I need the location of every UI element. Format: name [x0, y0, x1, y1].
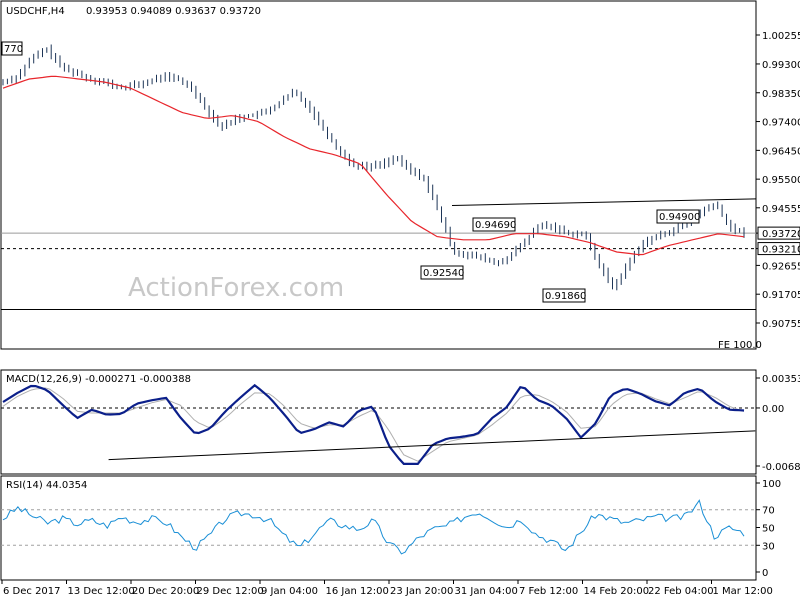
x-tick-label: 20 Dec 20:00: [132, 586, 199, 597]
price-label: 770: [4, 44, 23, 55]
y-tick-label: 0.98350: [762, 89, 800, 100]
rsi-y-label: 0: [762, 568, 768, 579]
fe-label: FE 100.0: [718, 340, 762, 351]
chart-title: USDCHF,H4: [6, 6, 65, 17]
y-tick-label: 1.00255: [762, 31, 800, 42]
price-panel: USDCHF,H4 0.93953 0.94089 0.93637 0.9372…: [0, 0, 762, 351]
x-tick-label: 31 Jan 04:00: [455, 586, 518, 597]
y-tick-label: 0.92655: [762, 261, 800, 272]
y-tick-label: 0.90755: [762, 319, 800, 330]
macd-title: MACD(12,26,9) -0.000271 -0.000388: [6, 374, 191, 385]
chart-canvas: USDCHF,H4 0.93953 0.94089 0.93637 0.9372…: [0, 0, 800, 597]
y-tick-label: 0.93210: [762, 245, 800, 256]
y-tick-label: 0.97400: [762, 118, 800, 129]
x-tick-label: 23 Jan 20:00: [390, 586, 453, 597]
rsi-title: RSI(14) 44.0354: [6, 480, 87, 491]
watermark: ActionForex.com: [128, 273, 344, 303]
ohlc-values: 0.93953 0.94089 0.93637 0.93720: [86, 6, 261, 17]
x-tick-label: 29 Dec 12:00: [197, 586, 264, 597]
rsi-panel-frame: [0, 475, 757, 581]
y-axis-labels: 1.00255 0.99300 0.98350 0.97400 0.96450 0.955…: [756, 31, 800, 579]
price-panel-frame: [0, 0, 757, 350]
macd-panel: MACD(12,26,9) -0.000271 -0.000388: [0, 369, 757, 475]
rsi-y-label: 30: [762, 541, 775, 552]
macd-y-label: 0.003538: [762, 374, 800, 385]
y-tick-label: 0.94555: [762, 204, 800, 215]
y-tick-label: 0.99300: [762, 60, 800, 71]
x-tick-label: 9 Jan 04:00: [261, 586, 318, 597]
y-tick-label: 0.96450: [762, 146, 800, 157]
x-tick-label: 14 Feb 20:00: [584, 586, 650, 597]
rsi-y-label: 50: [762, 524, 775, 535]
x-tick-label: 13 Dec 12:00: [68, 586, 135, 597]
x-tick-label: 7 Feb 12:00: [519, 586, 578, 597]
macd-y-label: -0.006853: [762, 462, 800, 473]
rsi-y-label: 70: [762, 506, 775, 517]
rsi-panel: RSI(14) 44.0354: [0, 475, 757, 581]
x-tick-label: 16 Jan 12:00: [326, 586, 389, 597]
price-label: 0.94900: [659, 212, 700, 223]
x-tick-label: 1 Mar 12:00: [713, 586, 773, 597]
price-label: 0.91860: [545, 291, 586, 302]
x-tick-label: 22 Feb 04:00: [648, 586, 714, 597]
y-tick-label: 0.91705: [762, 290, 800, 301]
x-tick-label: 6 Dec 2017: [3, 586, 61, 597]
y-tick-label: 0.93720: [762, 229, 800, 240]
y-tick-label: 0.95500: [762, 175, 800, 186]
rsi-y-label: 100: [762, 479, 781, 490]
price-label: 0.92540: [423, 268, 464, 279]
x-axis-labels: 6 Dec 2017 13 Dec 12:0020 Dec 20:0029 Dec…: [1, 580, 773, 597]
price-label: 0.94690: [475, 220, 516, 231]
macd-y-label: 0.00: [762, 404, 784, 415]
